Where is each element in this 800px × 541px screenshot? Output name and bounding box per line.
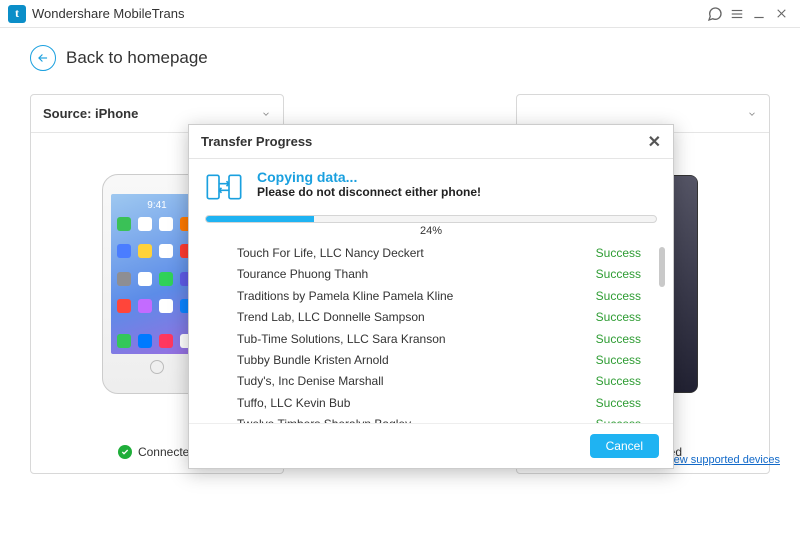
- app-logo-icon: t: [8, 5, 26, 23]
- log-item-name: Tubby Bundle Kristen Arnold: [237, 352, 389, 369]
- log-item: Trend Lab, LLC Donnelle Sampson Success: [195, 307, 667, 328]
- app-title: Wondershare MobileTrans: [32, 6, 184, 21]
- dialog-title: Transfer Progress: [201, 134, 312, 149]
- chevron-down-icon[interactable]: [261, 109, 271, 119]
- log-item: Touch For Life, LLC Nancy Deckert Success: [195, 243, 667, 264]
- title-bar: t Wondershare MobileTrans: [0, 0, 800, 28]
- check-icon: [118, 445, 132, 459]
- log-item-name: Touch For Life, LLC Nancy Deckert: [237, 245, 424, 262]
- log-item-name: Tourance Phuong Thanh: [237, 266, 368, 283]
- log-item-status: Success: [596, 245, 649, 262]
- cancel-button[interactable]: Cancel: [590, 434, 659, 458]
- log-item: Traditions by Pamela Kline Pamela Kline S…: [195, 286, 667, 307]
- log-item-name: Twelve Timbers Sheralyn Bagley: [237, 416, 411, 423]
- progress-bar: [205, 215, 657, 223]
- log-item-name: Tuffo, LLC Kevin Bub: [237, 395, 350, 412]
- transfer-log-list: Touch For Life, LLC Nancy Deckert Success…: [195, 243, 667, 423]
- minimize-icon[interactable]: [748, 3, 770, 25]
- close-icon[interactable]: [770, 3, 792, 25]
- transfer-progress-dialog: Transfer Progress ✕ Copying data... Plea…: [188, 124, 674, 469]
- footer-link: View supported devices: [664, 454, 780, 466]
- scrollbar-thumb[interactable]: [659, 247, 665, 287]
- log-item: Tuffo, LLC Kevin Bub Success: [195, 393, 667, 414]
- log-item-status: Success: [596, 288, 649, 305]
- transfer-phones-icon: [203, 169, 245, 205]
- log-item-status: Success: [596, 395, 649, 412]
- back-button[interactable]: [30, 45, 56, 71]
- log-item-status: Success: [596, 331, 649, 348]
- log-item-status: Success: [596, 266, 649, 283]
- progress-percent: 24%: [205, 225, 657, 237]
- log-item: Tudy's, Inc Denise Marshall Success: [195, 371, 667, 392]
- log-item-status: Success: [596, 352, 649, 369]
- view-supported-devices-link[interactable]: View supported devices: [664, 454, 780, 466]
- log-item: Twelve Timbers Sheralyn Bagley Success: [195, 414, 667, 423]
- chevron-down-icon[interactable]: [747, 109, 757, 119]
- feedback-icon[interactable]: [704, 3, 726, 25]
- log-item-name: Tudy's, Inc Denise Marshall: [237, 373, 384, 390]
- log-item-name: Trend Lab, LLC Donnelle Sampson: [237, 309, 425, 326]
- back-label: Back to homepage: [66, 48, 208, 68]
- dialog-close-icon[interactable]: ✕: [648, 132, 661, 152]
- dialog-subheading: Please do not disconnect either phone!: [257, 185, 481, 199]
- log-item-status: Success: [596, 309, 649, 326]
- back-row: Back to homepage: [30, 38, 770, 78]
- log-item: Tourance Phuong Thanh Success: [195, 264, 667, 285]
- log-item: Tubby Bundle Kristen Arnold Success: [195, 350, 667, 371]
- menu-icon[interactable]: [726, 3, 748, 25]
- log-item-name: Tub-Time Solutions, LLC Sara Kranson: [237, 331, 446, 348]
- log-item-name: Traditions by Pamela Kline Pamela Kline: [237, 288, 453, 305]
- log-item: Tub-Time Solutions, LLC Sara Kranson Succ…: [195, 329, 667, 350]
- log-item-status: Success: [596, 416, 649, 423]
- log-item-status: Success: [596, 373, 649, 390]
- dialog-heading: Copying data...: [257, 169, 481, 185]
